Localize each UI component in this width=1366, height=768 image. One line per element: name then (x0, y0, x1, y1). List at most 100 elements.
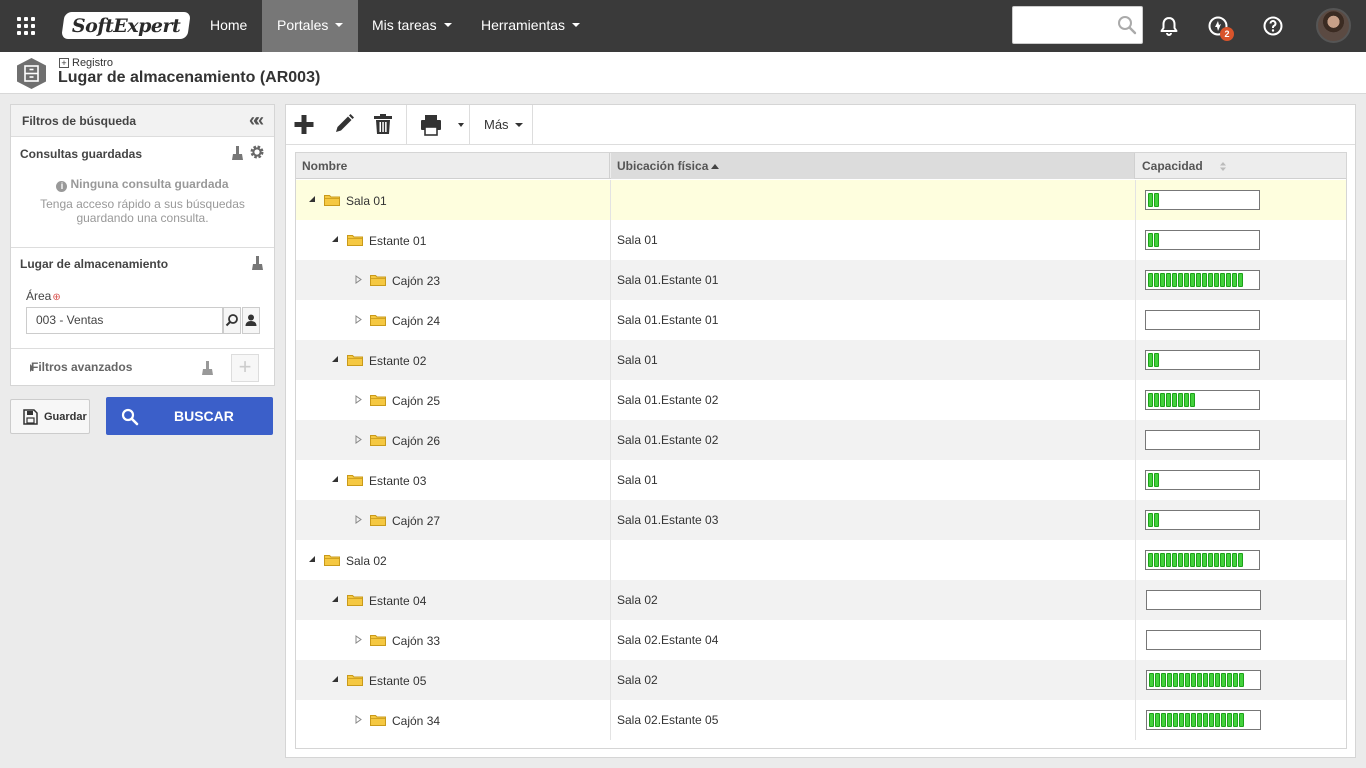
capacity-cell (1136, 180, 1346, 220)
storage-tree-grid: Nombre Ubicación física Capacidad Sala 0… (295, 152, 1347, 749)
add-icon[interactable] (292, 105, 316, 144)
edit-pencil-icon[interactable] (332, 105, 354, 144)
tree-row[interactable]: Estante 04 Sala 02 (296, 580, 1346, 620)
sort-icon[interactable] (1219, 161, 1227, 172)
softexpert-logo[interactable]: SoftExpert (61, 12, 191, 39)
bell-icon[interactable] (1157, 14, 1181, 38)
save-query-button[interactable]: Guardar (10, 399, 90, 434)
area-user-button[interactable] (242, 307, 260, 334)
expand-arrow-icon[interactable] (354, 275, 363, 284)
row-name: Estante 02 (369, 354, 427, 368)
area-input[interactable]: 003 - Ventas (26, 307, 223, 334)
capacity-segment (1148, 353, 1153, 367)
search-button[interactable]: BUSCAR (106, 397, 273, 435)
divider (11, 348, 274, 349)
capacity-segment (1172, 553, 1177, 567)
collapse-panel-icon[interactable]: «« (249, 110, 264, 131)
location-cell (611, 540, 1136, 580)
help-icon[interactable] (1261, 14, 1285, 38)
chevron-down-icon (514, 122, 523, 127)
area-search-button[interactable] (223, 307, 241, 334)
tree-row[interactable]: Cajón 34 Sala 02.Estante 05 (296, 700, 1346, 740)
capacity-segment (1190, 553, 1195, 567)
folder-icon (324, 195, 340, 206)
expand-arrow-icon[interactable] (354, 715, 363, 724)
capacity-segment (1238, 553, 1243, 567)
user-avatar[interactable] (1316, 8, 1351, 43)
apps-grid-icon[interactable] (13, 13, 39, 39)
tree-row[interactable]: Estante 01 Sala 01 (296, 220, 1346, 260)
capacity-segment (1226, 273, 1231, 287)
toolbar-separator (532, 105, 533, 144)
capacity-segment (1238, 273, 1243, 287)
delete-trash-icon[interactable] (372, 105, 394, 144)
collapse-arrow-icon[interactable] (308, 195, 317, 204)
row-name: Estante 03 (369, 474, 427, 488)
collapse-arrow-icon[interactable] (331, 235, 340, 244)
tree-row[interactable]: Sala 01 (296, 180, 1346, 220)
tree-row[interactable]: Sala 02 (296, 540, 1346, 580)
breadcrumb[interactable]: + Registro (59, 57, 113, 69)
tree-row[interactable]: Cajón 27 Sala 01.Estante 03 (296, 500, 1346, 540)
capacity-bar (1145, 550, 1260, 570)
tree-row[interactable]: Estante 05 Sala 02 (296, 660, 1346, 700)
expand-arrow-icon[interactable] (354, 315, 363, 324)
tree-row[interactable]: Cajón 26 Sala 01.Estante 02 (296, 420, 1346, 460)
capacity-bar (1145, 230, 1260, 250)
capacity-segment (1184, 393, 1189, 407)
chevron-down-icon[interactable] (456, 105, 466, 144)
clear-broom-icon[interactable] (201, 360, 214, 376)
chevron-down-icon (443, 23, 452, 28)
capacity-cell (1136, 700, 1346, 740)
capacity-segment (1149, 673, 1154, 687)
print-icon[interactable] (419, 105, 443, 144)
expand-arrow-icon[interactable] (354, 395, 363, 404)
row-name: Cajón 26 (392, 434, 441, 448)
tree-row[interactable]: Estante 03 Sala 01 (296, 460, 1346, 500)
column-header-name[interactable]: Nombre (296, 153, 610, 179)
search-icon[interactable] (1117, 15, 1137, 35)
nav-home[interactable]: Home (195, 0, 262, 52)
collapse-arrow-icon[interactable] (331, 355, 340, 364)
name-cell: Cajón 25 (296, 380, 611, 420)
save-icon (23, 409, 38, 425)
clear-broom-icon[interactable] (231, 145, 244, 161)
expand-arrow-icon[interactable] (354, 435, 363, 444)
folder-icon (347, 475, 363, 486)
capacity-bar (1145, 470, 1260, 490)
collapse-arrow-icon[interactable] (331, 475, 340, 484)
expand-arrow-icon[interactable] (354, 515, 363, 524)
capacity-segment (1227, 713, 1232, 727)
toolbar: Más (286, 105, 1355, 145)
column-header-location[interactable]: Ubicación física (611, 153, 1135, 179)
tree-row[interactable]: Cajón 24 Sala 01.Estante 01 (296, 300, 1346, 340)
clear-broom-icon[interactable] (251, 255, 264, 271)
nav-mis-tareas[interactable]: Mis tareas (357, 0, 467, 52)
collapse-arrow-icon[interactable] (331, 595, 340, 604)
capacity-segment (1215, 673, 1220, 687)
capacity-segment (1209, 713, 1214, 727)
no-saved-query-message: i Ninguna consulta guardada (11, 177, 274, 192)
tree-row[interactable]: Cajón 33 Sala 02.Estante 04 (296, 620, 1346, 660)
add-filter-button[interactable]: + (231, 354, 259, 382)
column-header-capacity[interactable]: Capacidad (1136, 153, 1346, 179)
tree-row[interactable]: Cajón 25 Sala 01.Estante 02 (296, 380, 1346, 420)
expand-arrow-icon[interactable] (354, 635, 363, 644)
tree-row[interactable]: Estante 02 Sala 01 (296, 340, 1346, 380)
capacity-cell (1136, 380, 1346, 420)
capacity-segment (1154, 393, 1159, 407)
location-cell: Sala 01.Estante 01 (611, 300, 1136, 340)
collapse-arrow-icon[interactable] (308, 555, 317, 564)
nav-herramientas-label: Herramientas (481, 17, 566, 33)
search-button-label: BUSCAR (174, 408, 234, 424)
nav-herramientas[interactable]: Herramientas (466, 0, 595, 52)
sort-ascending-icon (711, 164, 720, 169)
location-cell (611, 180, 1136, 220)
gear-icon[interactable] (249, 144, 265, 160)
nav-portales[interactable]: Portales (262, 0, 358, 52)
more-menu-button[interactable]: Más (484, 117, 523, 132)
tree-row[interactable]: Cajón 23 Sala 01.Estante 01 (296, 260, 1346, 300)
collapse-arrow-icon[interactable] (331, 675, 340, 684)
advanced-filters-toggle[interactable]: Filtros avanzados (31, 360, 132, 374)
capacity-segment (1196, 273, 1201, 287)
